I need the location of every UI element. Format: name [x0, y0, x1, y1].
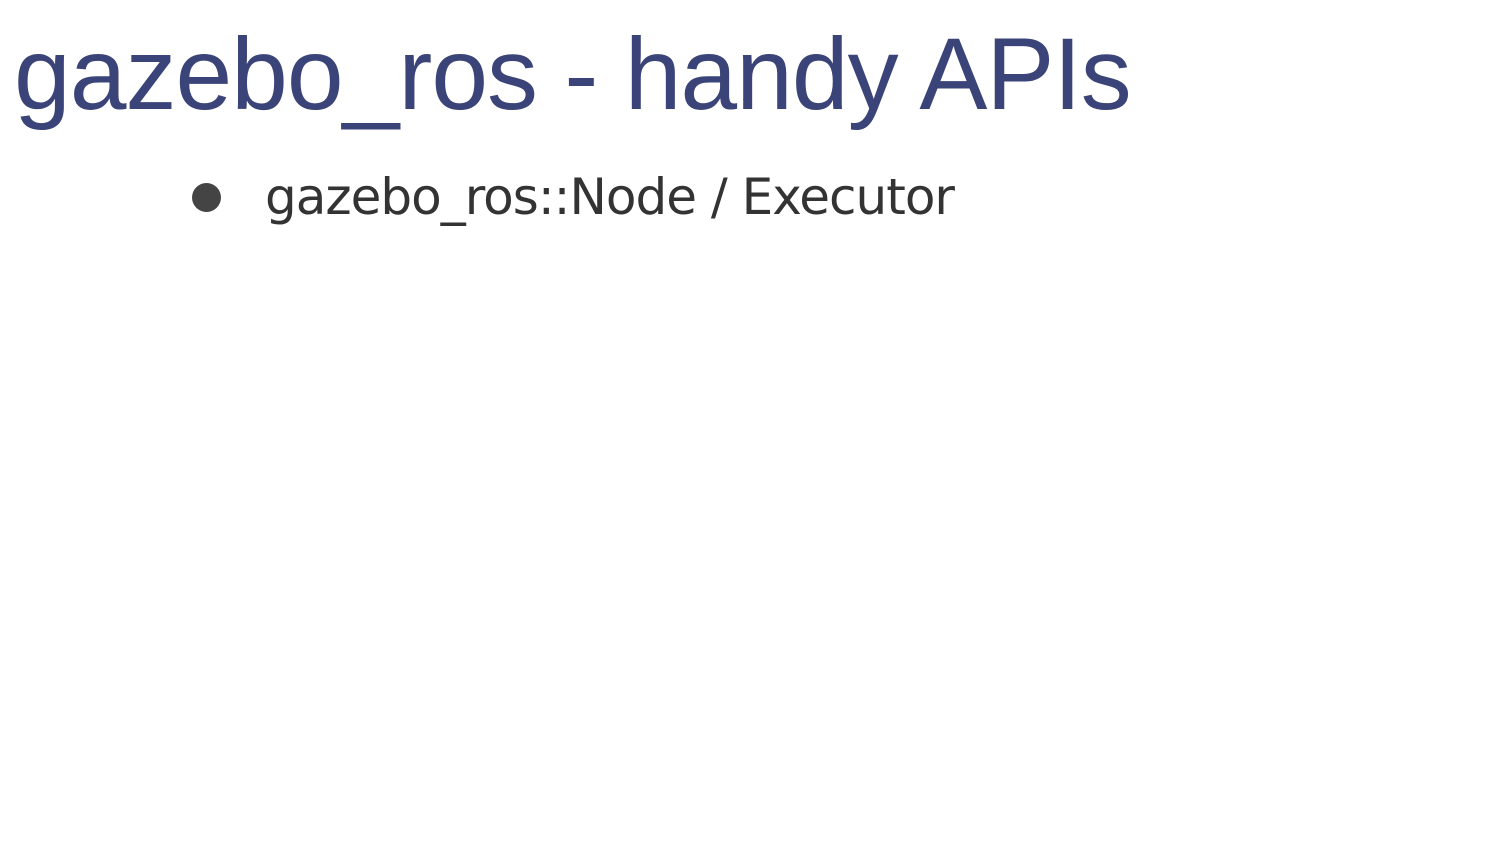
- bullet-icon: [192, 182, 221, 212]
- bullet-text: gazebo_ros::Node / Executor: [265, 168, 955, 226]
- slide: gazebo_ros - handy APIs gazebo_ros::Node…: [0, 0, 1500, 844]
- list-item: gazebo_ros::Node / Executor: [192, 166, 955, 228]
- slide-title: gazebo_ros - handy APIs: [14, 17, 1132, 131]
- bullet-list: gazebo_ros::Node / Executor: [192, 166, 955, 228]
